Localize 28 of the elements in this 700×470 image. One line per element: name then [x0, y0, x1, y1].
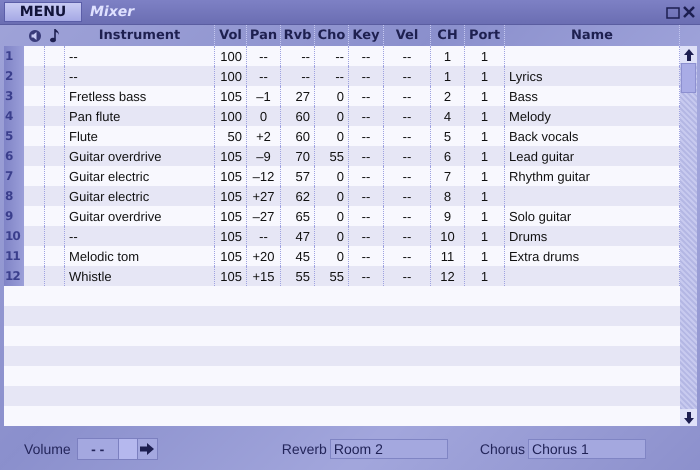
row-number: 11 — [4, 246, 24, 266]
row-number: 7 — [4, 166, 24, 186]
chorus-label: Chorus — [480, 441, 525, 457]
window-title: Mixer — [90, 4, 136, 20]
reverb-label: Reverb — [282, 441, 327, 457]
volume-value: - - — [78, 439, 118, 459]
chorus-field[interactable]: Chorus 1 — [528, 439, 646, 459]
row-number: 3 — [4, 86, 24, 106]
row-number: 9 — [4, 206, 24, 226]
scroll-up-button[interactable] — [680, 46, 697, 63]
volume-slider-thumb[interactable] — [118, 439, 137, 459]
row-number: 1 — [4, 46, 24, 66]
row-number: 4 — [4, 106, 24, 126]
arrow-button[interactable] — [136, 439, 157, 459]
row-number: 10 — [4, 226, 24, 246]
music-note-icon — [50, 28, 60, 44]
reverb-field[interactable]: Room 2 — [330, 439, 448, 459]
row-number: 6 — [4, 146, 24, 166]
speaker-icon — [28, 28, 42, 42]
row-number: 12 — [4, 266, 24, 286]
close-button[interactable] — [681, 4, 697, 20]
row-number: 5 — [4, 126, 24, 146]
row-number: 2 — [4, 66, 24, 86]
menu-button[interactable]: MENU — [4, 2, 82, 22]
scrollbar-thumb[interactable] — [681, 63, 696, 93]
volume-label: Volume — [24, 441, 71, 457]
row-number: 8 — [4, 186, 24, 206]
scroll-down-button[interactable] — [680, 409, 697, 426]
